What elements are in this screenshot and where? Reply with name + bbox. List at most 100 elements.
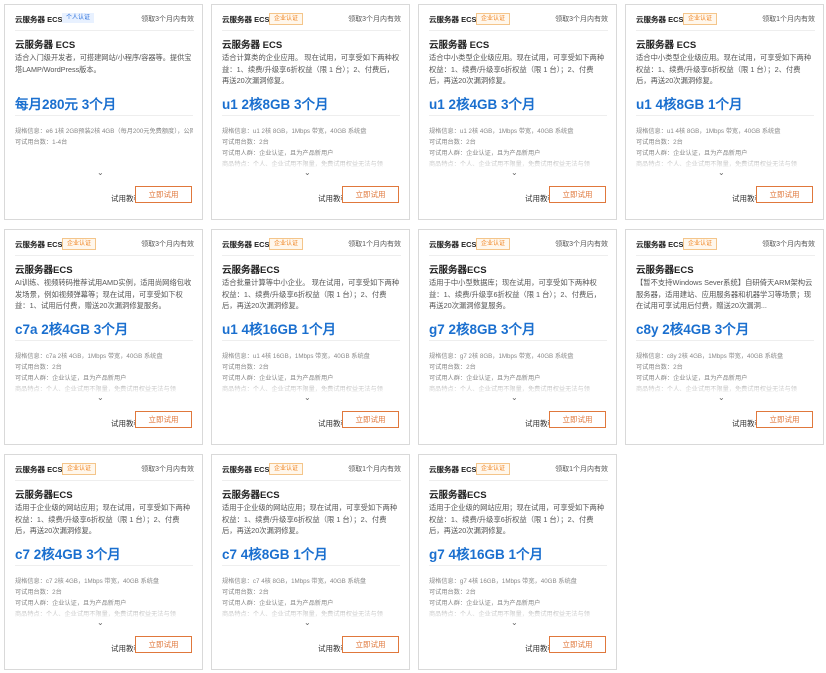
product-card: 云服务器 ECS 企业认证 领取1个月内有效 云服务器ECS 适用于企业级的网站…: [211, 454, 410, 670]
detail-line: 规格信息：g7 2核 8GB，1Mbps 带宽，40GB 系统盘: [429, 353, 574, 360]
brand-label: 云服务器 ECS: [636, 240, 684, 249]
detail-line: 可试用台数：1-4台: [15, 139, 68, 146]
certification-badge: 企业认证: [62, 238, 97, 250]
try-now-button[interactable]: 立即试用: [135, 186, 192, 203]
card-header: 云服务器 ECS 企业认证 领取3个月内有效: [636, 237, 815, 256]
try-now-button[interactable]: 立即试用: [549, 636, 606, 653]
product-description: 适合中小类型企业级应用。现在试用，可享受如下两种权益：1、续费/升级享6折权益（…: [636, 53, 812, 85]
chevron-down-icon[interactable]: ⌄: [511, 168, 518, 177]
spec-headline: g7 4核16GB 1个月: [429, 547, 544, 562]
certification-badge: 个人认证: [62, 13, 95, 23]
product-title: 云服务器 ECS: [636, 40, 697, 51]
detail-line: 可试用台数：2台: [429, 589, 476, 596]
divider: [15, 565, 193, 566]
chevron-down-icon[interactable]: ⌄: [511, 618, 518, 627]
details-fade: [429, 603, 607, 621]
try-now-button[interactable]: 立即试用: [342, 636, 399, 653]
detail-line: 规格信息：c7 4核 8GB，1Mbps 带宽，40GB 系统盘: [222, 578, 367, 585]
chevron-down-icon[interactable]: ⌄: [304, 168, 311, 177]
spec-headline: u1 2核8GB 3个月: [222, 97, 329, 112]
detail-line: 规格信息：c7 2核 4GB，1Mbps 带宽，40GB 系统盘: [15, 578, 160, 585]
product-title: 云服务器ECS: [222, 265, 280, 276]
chevron-down-icon[interactable]: ⌄: [718, 393, 725, 402]
product-description: 适合入门级开发者，可搭建网站/小程序/容器等。提供宝塔LAMP/WordPres…: [15, 53, 192, 74]
try-now-button[interactable]: 立即试用: [756, 186, 813, 203]
product-card: 云服务器 ECS 企业认证 领取3个月内有效 云服务器ECS 适用于企业级的网站…: [4, 454, 203, 670]
chevron-down-icon[interactable]: ⌄: [97, 393, 104, 402]
card-header: 云服务器 ECS 个人认证 领取3个月内有效: [15, 12, 194, 31]
certification-badge: 企业认证: [269, 463, 304, 475]
divider: [222, 565, 400, 566]
validity-text: 领取3个月内有效: [555, 241, 608, 248]
try-now-button[interactable]: 立即试用: [342, 186, 399, 203]
chevron-down-icon[interactable]: ⌄: [304, 393, 311, 402]
try-now-button[interactable]: 立即试用: [135, 636, 192, 653]
brand-label: 云服务器 ECS: [636, 15, 684, 24]
try-now-button[interactable]: 立即试用: [342, 411, 399, 428]
try-now-button[interactable]: 立即试用: [135, 411, 192, 428]
details-fade: [222, 603, 400, 621]
chevron-down-icon[interactable]: ⌄: [511, 393, 518, 402]
details-fade: [15, 153, 193, 171]
validity-text: 领取1个月内有效: [348, 241, 401, 248]
try-now-button[interactable]: 立即试用: [549, 186, 606, 203]
divider: [636, 115, 814, 116]
product-title: 云服务器ECS: [15, 490, 73, 501]
try-now-button[interactable]: 立即试用: [549, 411, 606, 428]
spec-headline: c8y 2核4GB 3个月: [636, 322, 750, 337]
detail-line: 规格信息：c8y 2核 4GB，1Mbps 带宽，40GB 系统盘: [636, 353, 784, 360]
chevron-down-icon[interactable]: ⌄: [718, 168, 725, 177]
product-card: 云服务器 ECS 企业认证 领取3个月内有效 云服务器 ECS 适合计算类的企业…: [211, 4, 410, 220]
validity-text: 领取1个月内有效: [762, 16, 815, 23]
card-header: 云服务器 ECS 企业认证 领取3个月内有效: [429, 237, 608, 256]
detail-line: 规格信息：e6 1核 2GB预装2核 4GB（每月200元免费额度），公网免费额…: [15, 128, 193, 135]
product-description: 适合中小类型企业级应用。现在试用，可享受如下两种权益：1、续费/升级享6折权益（…: [429, 53, 605, 85]
product-card: 云服务器 ECS 企业认证 领取3个月内有效 云服务器 ECS 适合中小类型企业…: [418, 4, 617, 220]
spec-headline: u1 2核4GB 3个月: [429, 97, 536, 112]
divider: [222, 30, 401, 31]
detail-line: 可试用台数：2台: [222, 364, 269, 371]
chevron-down-icon[interactable]: ⌄: [304, 618, 311, 627]
divider: [429, 30, 608, 31]
product-description: 【暂不支持Windows Sever系统】自研倚天ARM架构云服务器，适用建站、…: [636, 278, 813, 310]
try-now-button[interactable]: 立即试用: [756, 411, 813, 428]
brand-label: 云服务器 ECS: [222, 465, 270, 474]
spec-headline: 每月280元 3个月: [15, 97, 117, 112]
divider: [429, 115, 607, 116]
detail-line: 可试用台数：2台: [636, 139, 683, 146]
product-title: 云服务器 ECS: [429, 40, 490, 51]
details-fade: [15, 603, 193, 621]
product-card: 云服务器 ECS 企业认证 领取1个月内有效 云服务器 ECS 适合中小类型企业…: [625, 4, 824, 220]
validity-text: 领取3个月内有效: [141, 466, 194, 473]
certification-badge: 企业认证: [683, 238, 718, 250]
card-header: 云服务器 ECS 企业认证 领取3个月内有效: [15, 462, 194, 481]
detail-line: 可试用台数：2台: [429, 139, 476, 146]
details-fade: [222, 153, 400, 171]
divider: [15, 340, 193, 341]
product-card: 云服务器 ECS 个人认证 领取3个月内有效 云服务器 ECS 适合入门级开发者…: [4, 4, 203, 220]
brand-label: 云服务器 ECS: [429, 240, 477, 249]
brand-label: 云服务器 ECS: [222, 240, 270, 249]
brand-label: 云服务器 ECS: [15, 240, 63, 249]
certification-badge: 企业认证: [269, 13, 304, 25]
card-header: 云服务器 ECS 企业认证 领取1个月内有效: [636, 12, 815, 31]
chevron-down-icon[interactable]: ⌄: [97, 168, 104, 177]
detail-line: 可试用台数：2台: [429, 364, 476, 371]
product-title: 云服务器ECS: [15, 265, 73, 276]
details-fade: [636, 153, 814, 171]
validity-text: 领取3个月内有效: [555, 16, 608, 23]
certification-badge: 企业认证: [476, 13, 511, 25]
product-title: 云服务器 ECS: [222, 40, 283, 51]
divider: [429, 340, 607, 341]
detail-line: 规格信息：u1 2核 4GB，1Mbps 带宽，40GB 系统盘: [429, 128, 574, 135]
chevron-down-icon[interactable]: ⌄: [97, 618, 104, 627]
spec-headline: u1 4核8GB 1个月: [636, 97, 743, 112]
product-description: 适用于中小型数据库；现在试用，可享受如下两种权益：1、续费/升级享6折权益（限 …: [429, 278, 601, 310]
brand-label: 云服务器 ECS: [15, 465, 63, 474]
detail-line: 规格信息：u1 4核 8GB，1Mbps 带宽，40GB 系统盘: [636, 128, 781, 135]
brand-label: 云服务器 ECS: [15, 15, 63, 24]
divider: [15, 480, 194, 481]
product-title: 云服务器ECS: [636, 265, 694, 276]
divider: [15, 255, 194, 256]
product-card: 云服务器 ECS 企业认证 领取3个月内有效 云服务器ECS 【暂不支持Wind…: [625, 229, 824, 445]
